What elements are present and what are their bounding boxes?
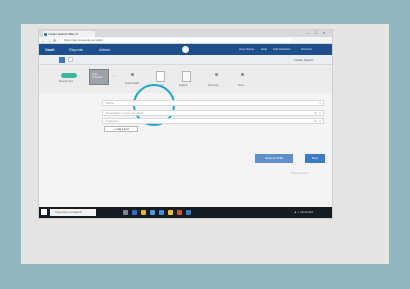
task-view-icon[interactable] (123, 210, 128, 215)
browser-tab-title: Instant Search Wiki | X (48, 32, 79, 36)
minimize-icon[interactable]: – (307, 30, 309, 36)
back-icon[interactable]: ← (41, 37, 45, 44)
arrow-right-icon: › (113, 73, 115, 78)
step-caption-done: Done (238, 84, 244, 87)
subheader-label: Instant Search (294, 58, 314, 62)
chevron-down-icon[interactable]: ▾ (314, 111, 316, 115)
required-note: Required fields (291, 172, 308, 175)
step-dot-done-icon[interactable] (241, 73, 244, 76)
category-field-placeholder: Category (106, 119, 119, 123)
screenshot-frame: Instant Search Wiki | X – □ × ← → ⟳ http… (39, 30, 332, 218)
description-field[interactable]: Description of your template ▾ × (102, 110, 324, 116)
close-icon[interactable]: × (323, 30, 325, 36)
avatar[interactable] (182, 46, 189, 53)
clear-icon[interactable]: × (319, 119, 321, 123)
step-active-indicator[interactable] (61, 73, 77, 78)
chevron-down-icon[interactable]: ▾ (314, 119, 316, 123)
wizard-steps: Record Type Copy Template › Select Field… (39, 65, 332, 93)
store-icon[interactable] (150, 210, 155, 215)
add-field-button[interactable]: + Add Field (104, 126, 138, 132)
maximize-icon[interactable]: □ (315, 30, 317, 36)
options-icon[interactable] (182, 71, 191, 82)
name-field[interactable]: Name × (102, 100, 324, 106)
word-icon[interactable] (186, 210, 191, 215)
document-icon[interactable] (156, 71, 165, 82)
thumbnail-label: Copy Template (92, 73, 103, 79)
forward-icon[interactable]: → (47, 37, 51, 44)
taskbar-search-input[interactable]: Type here to search (50, 209, 96, 216)
clear-icon[interactable]: × (319, 111, 321, 115)
app-brand[interactable]: Vault (45, 44, 55, 55)
step-caption-options: Options (179, 84, 188, 87)
menu-icon[interactable] (59, 57, 65, 63)
url-input[interactable]: https://app.example.com/wiki (61, 38, 291, 43)
next-button[interactable]: Next (305, 154, 325, 163)
step-caption-record-type: Record Type (59, 80, 74, 83)
edge-icon[interactable] (132, 210, 137, 215)
header-link-help[interactable]: Help (261, 44, 267, 55)
save-draft-button[interactable]: Save as Draft (255, 154, 293, 163)
clear-icon[interactable]: × (319, 101, 321, 105)
folder-icon[interactable] (141, 210, 146, 215)
header-link-user[interactable]: User Name (239, 44, 254, 55)
header-link-account[interactable]: Account (301, 44, 312, 55)
category-field[interactable]: Category ▾ × (102, 118, 324, 124)
address-bar: ← → ⟳ https://app.example.com/wiki (39, 37, 332, 44)
copy-template-thumbnail[interactable]: Copy Template (89, 69, 109, 85)
step-caption-fields: Select Fields (125, 82, 140, 85)
windows-start-icon[interactable] (41, 209, 47, 215)
page-icon[interactable] (68, 57, 73, 62)
nav-item-reports[interactable]: Reports (69, 44, 83, 55)
step-caption-summary: Summary (208, 84, 219, 87)
app-red-icon[interactable] (177, 210, 182, 215)
sub-header: Instant Search (39, 55, 332, 65)
step-dot-summary-icon[interactable] (215, 73, 218, 76)
chrome-icon[interactable] (168, 210, 173, 215)
reload-icon[interactable]: ⟳ (53, 37, 56, 44)
taskbar: Type here to search ▲ ♪ 10:42 AM (39, 207, 332, 218)
step-dot-icon[interactable] (131, 73, 134, 76)
name-field-placeholder: Name (106, 101, 115, 105)
browser-tab-bar: Instant Search Wiki | X – □ × (39, 30, 332, 37)
nav-item-admin[interactable]: Admin (99, 44, 110, 55)
header-link-admin[interactable]: Administrator (273, 44, 291, 55)
mail-icon[interactable] (159, 210, 164, 215)
description-field-placeholder: Description of your template (106, 111, 144, 115)
app-header: Vault Reports Admin User Name Help Admin… (39, 44, 332, 55)
system-tray: ▲ ♪ 10:42 AM (294, 210, 313, 214)
favicon-icon (44, 32, 47, 36)
